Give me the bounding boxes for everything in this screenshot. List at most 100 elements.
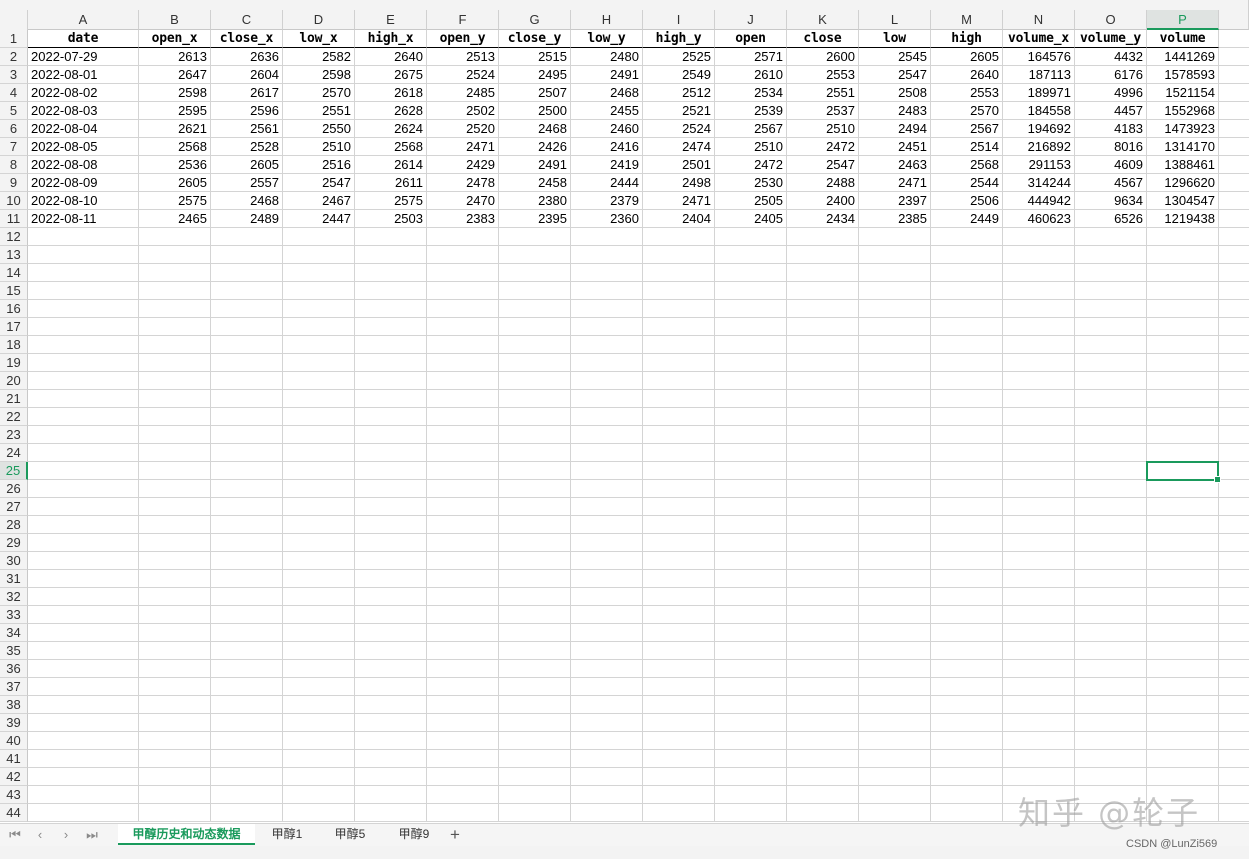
cell[interactable]: [1003, 660, 1075, 678]
row-header-27[interactable]: 27: [0, 498, 28, 516]
cell[interactable]: [859, 354, 931, 372]
cell[interactable]: [571, 606, 643, 624]
cell[interactable]: [571, 552, 643, 570]
cell[interactable]: [499, 426, 571, 444]
cell[interactable]: [715, 264, 787, 282]
data-cell[interactable]: 2613: [139, 48, 211, 66]
cell[interactable]: [499, 570, 571, 588]
cell[interactable]: [643, 552, 715, 570]
cell[interactable]: [139, 696, 211, 714]
data-cell[interactable]: 1473923: [1147, 120, 1219, 138]
cell[interactable]: [715, 714, 787, 732]
cell[interactable]: [1075, 570, 1147, 588]
cell[interactable]: [499, 516, 571, 534]
cell[interactable]: [1147, 732, 1219, 750]
cell[interactable]: [28, 768, 139, 786]
data-cell[interactable]: 2605: [211, 156, 283, 174]
cell[interactable]: [1075, 732, 1147, 750]
cell[interactable]: [427, 318, 499, 336]
cell[interactable]: [355, 534, 427, 552]
cell[interactable]: [499, 606, 571, 624]
cell[interactable]: [787, 732, 859, 750]
data-cell[interactable]: 2605: [139, 174, 211, 192]
cell[interactable]: [1003, 480, 1075, 498]
data-cell[interactable]: 2465: [139, 210, 211, 228]
cell[interactable]: [1075, 264, 1147, 282]
cell[interactable]: [211, 678, 283, 696]
cell[interactable]: [1003, 264, 1075, 282]
cell[interactable]: [28, 444, 139, 462]
spreadsheet-grid[interactable]: A B C D E F G H I J K L M N O P 1 date open_x close_x low_x h…: [0, 0, 1249, 823]
cell[interactable]: [643, 498, 715, 516]
cell[interactable]: [211, 408, 283, 426]
cell[interactable]: [139, 390, 211, 408]
column-header-k[interactable]: K: [787, 10, 859, 30]
cell[interactable]: [1147, 714, 1219, 732]
cell[interactable]: [859, 426, 931, 444]
cell[interactable]: [499, 390, 571, 408]
cell[interactable]: [499, 642, 571, 660]
cell[interactable]: [28, 714, 139, 732]
data-cell[interactable]: 2582: [283, 48, 355, 66]
cell[interactable]: [571, 516, 643, 534]
row-header-33[interactable]: 33: [0, 606, 28, 624]
data-cell[interactable]: 2449: [931, 210, 1003, 228]
cell[interactable]: [211, 714, 283, 732]
cell[interactable]: [571, 750, 643, 768]
cell[interactable]: [427, 498, 499, 516]
cell[interactable]: [355, 786, 427, 804]
cell[interactable]: [643, 570, 715, 588]
cell[interactable]: [1003, 714, 1075, 732]
cell[interactable]: [1075, 480, 1147, 498]
cell[interactable]: [931, 264, 1003, 282]
cell[interactable]: [1075, 750, 1147, 768]
cell[interactable]: [355, 732, 427, 750]
cell[interactable]: [28, 786, 139, 804]
cell[interactable]: [28, 678, 139, 696]
data-cell[interactable]: 444942: [1003, 192, 1075, 210]
data-cell[interactable]: 2600: [787, 48, 859, 66]
data-cell[interactable]: 1219438: [1147, 210, 1219, 228]
cell[interactable]: [499, 336, 571, 354]
data-cell[interactable]: 2545: [859, 48, 931, 66]
cell[interactable]: [787, 282, 859, 300]
cell[interactable]: [427, 516, 499, 534]
cell[interactable]: [1147, 372, 1219, 390]
row-header-22[interactable]: 22: [0, 408, 28, 426]
cell[interactable]: [355, 354, 427, 372]
data-cell[interactable]: 1296620: [1147, 174, 1219, 192]
cell[interactable]: [283, 498, 355, 516]
cell[interactable]: [787, 498, 859, 516]
cell[interactable]: [1075, 246, 1147, 264]
cell[interactable]: [1147, 408, 1219, 426]
data-cell[interactable]: 2647: [139, 66, 211, 84]
cell[interactable]: [139, 732, 211, 750]
cell[interactable]: [1075, 552, 1147, 570]
cell[interactable]: [355, 300, 427, 318]
cell[interactable]: [355, 246, 427, 264]
cell[interactable]: [499, 768, 571, 786]
cell[interactable]: [355, 318, 427, 336]
cell[interactable]: [499, 534, 571, 552]
cell[interactable]: [427, 390, 499, 408]
cell[interactable]: [643, 480, 715, 498]
cell[interactable]: [643, 768, 715, 786]
header-cell[interactable]: close_x: [211, 30, 283, 48]
cell[interactable]: [715, 570, 787, 588]
row-header-4[interactable]: 4: [0, 84, 28, 102]
cell[interactable]: [499, 246, 571, 264]
data-cell[interactable]: 2022-08-08: [28, 156, 139, 174]
cell[interactable]: [427, 714, 499, 732]
cell[interactable]: [1003, 678, 1075, 696]
data-cell[interactable]: 2494: [859, 120, 931, 138]
cell[interactable]: [571, 336, 643, 354]
data-cell[interactable]: 2567: [715, 120, 787, 138]
data-cell[interactable]: 1304547: [1147, 192, 1219, 210]
cell[interactable]: [571, 732, 643, 750]
cell[interactable]: [931, 336, 1003, 354]
cell[interactable]: [643, 408, 715, 426]
row-header-6[interactable]: 6: [0, 120, 28, 138]
cell[interactable]: [139, 660, 211, 678]
cell[interactable]: [1147, 552, 1219, 570]
cell[interactable]: [787, 642, 859, 660]
